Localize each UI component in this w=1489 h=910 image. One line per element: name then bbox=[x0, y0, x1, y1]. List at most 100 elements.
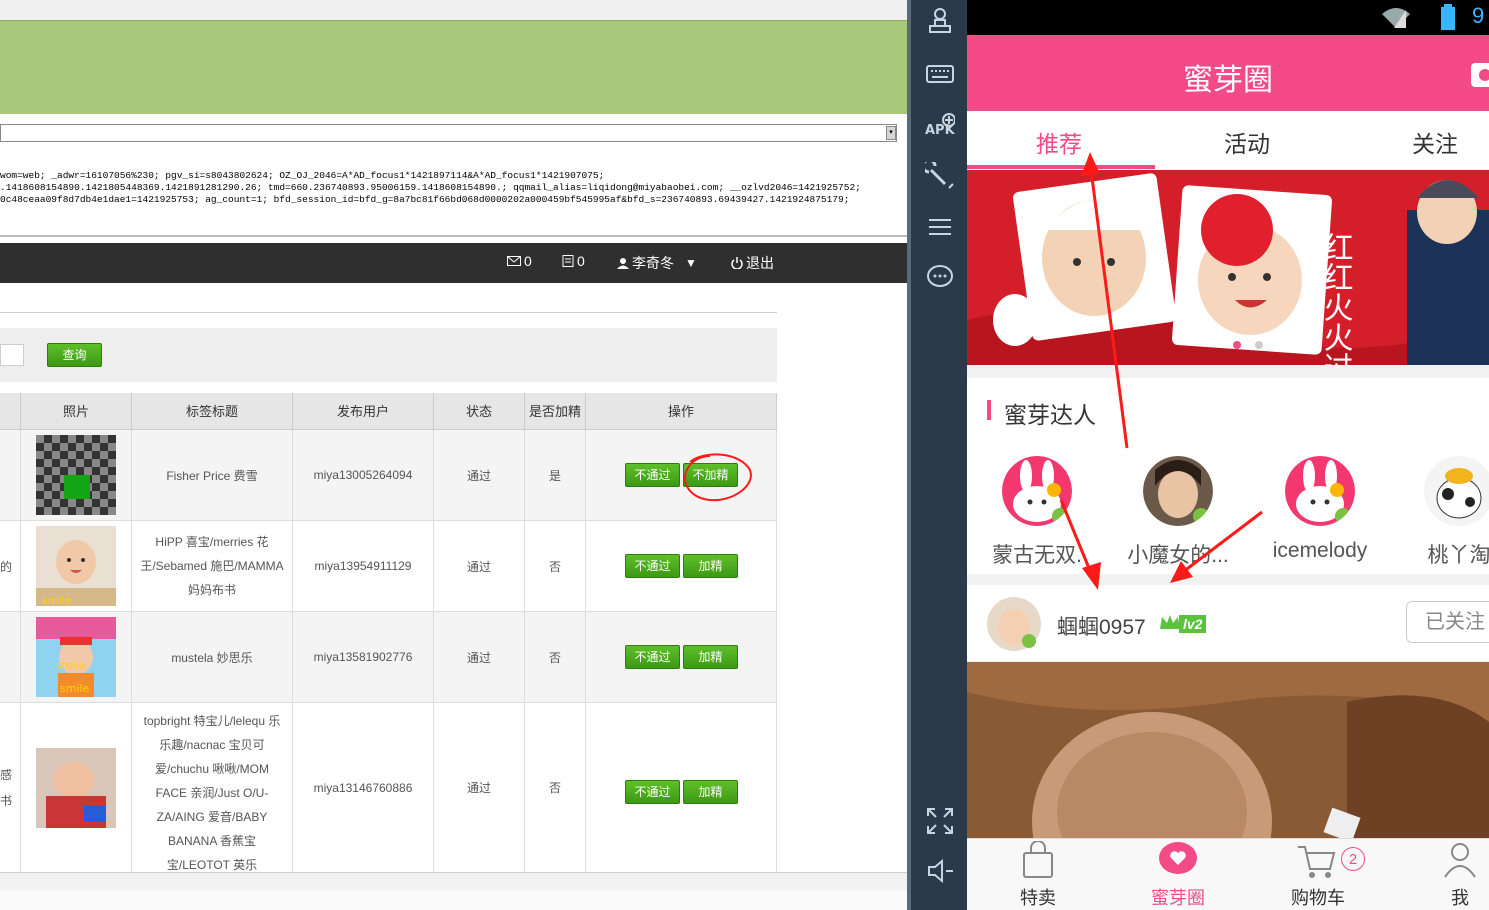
horizontal-scrollbar[interactable] bbox=[0, 872, 907, 891]
reject-button[interactable]: 不通过 bbox=[625, 554, 680, 578]
active-tab-indicator bbox=[967, 165, 1155, 169]
mail-count: 0 bbox=[524, 253, 532, 269]
search-button[interactable]: 查询 bbox=[47, 343, 102, 367]
tab-activity[interactable]: 活动 bbox=[1224, 125, 1270, 159]
expert-name: 桃丫淘 bbox=[1427, 544, 1489, 567]
avatar bbox=[1285, 456, 1355, 526]
expert-item[interactable]: 小魔女的... bbox=[1118, 456, 1238, 569]
document-icon bbox=[562, 255, 574, 267]
dropdown-arrow-icon[interactable]: ▾ bbox=[886, 126, 896, 140]
photo-thumbnail[interactable]: smile bbox=[36, 526, 116, 606]
heart-bubble-icon bbox=[1159, 842, 1197, 874]
battery-icon bbox=[1441, 4, 1455, 30]
cookie-line: .1418608154890.1421805448369.14218912812… bbox=[0, 182, 861, 193]
feature-button[interactable]: 加精 bbox=[683, 554, 738, 578]
user-cell: miya13581902776 bbox=[293, 612, 434, 703]
caret-down-icon: ▼ bbox=[685, 256, 697, 270]
clock-text: 9 bbox=[1472, 3, 1485, 28]
bottom-navigation: 特卖 蜜芽圈 2 购物车 我 bbox=[967, 838, 1489, 910]
banner-image: 红红火火过新年 bbox=[967, 170, 1489, 365]
photo-thumbnail[interactable]: smile smile bbox=[36, 617, 116, 697]
mail-link[interactable]: 0 bbox=[507, 253, 532, 269]
post-username[interactable]: 蝈蝈0957 bbox=[1057, 611, 1146, 641]
mail-icon bbox=[507, 256, 521, 266]
actions-cell bbox=[586, 521, 777, 612]
title-cell: topbright 特宝儿/lelequ 乐乐趣/nacnac 宝贝可爱/chu… bbox=[132, 703, 293, 896]
feature-button[interactable]: 加精 bbox=[683, 645, 738, 669]
volume-down-icon[interactable] bbox=[925, 856, 955, 886]
fullscreen-icon[interactable] bbox=[925, 806, 955, 836]
message-count: 0 bbox=[577, 253, 585, 269]
logout-link[interactable]: 退出 bbox=[731, 253, 774, 273]
experts-section: 蜜芽达人 蒙古无双. 小魔女的... icemelody 桃丫淘 bbox=[967, 378, 1489, 574]
photo-cell bbox=[21, 430, 132, 521]
photo-cell bbox=[21, 703, 132, 873]
nav-me[interactable]: 我 bbox=[1410, 841, 1489, 910]
stamp-icon[interactable] bbox=[925, 6, 955, 36]
reject-button[interactable]: 不通过 bbox=[625, 463, 680, 487]
tab-bar: 推荐 活动 关注 bbox=[967, 111, 1489, 169]
cookie-text: wom=web; _adwr=16107056%230; pgv_si=s804… bbox=[0, 170, 907, 236]
chat-icon[interactable] bbox=[925, 262, 955, 292]
android-status-bar: 9 bbox=[967, 0, 1489, 35]
reject-button[interactable]: 不通过 bbox=[625, 780, 680, 804]
nav-circle[interactable]: 蜜芽圈 bbox=[1128, 841, 1228, 910]
tab-follow[interactable]: 关注 bbox=[1412, 125, 1458, 159]
dropdown-field[interactable] bbox=[0, 124, 897, 142]
photo-thumbnail[interactable] bbox=[36, 747, 116, 828]
nav-label: 特卖 bbox=[1020, 888, 1056, 908]
expert-name: 蒙古无双. bbox=[992, 544, 1082, 567]
status-cell: 通过 bbox=[434, 521, 525, 612]
camera-icon[interactable] bbox=[1469, 57, 1489, 89]
user-menu[interactable]: 李奇冬 ▼ bbox=[617, 253, 697, 273]
featured-cell: 否 bbox=[525, 612, 586, 703]
cart-badge: 2 bbox=[1341, 847, 1365, 871]
title-cell: HiPP 喜宝/merries 花王/Sebamed 施巴/MAMMA 妈妈布书 bbox=[132, 521, 293, 612]
table-header-cell: 发布用户 bbox=[293, 393, 434, 430]
post-image[interactable] bbox=[967, 662, 1489, 838]
section-accent-bar bbox=[987, 400, 991, 420]
nav-label: 我 bbox=[1451, 888, 1469, 908]
keyboard-icon[interactable] bbox=[925, 58, 955, 88]
nav-cart[interactable]: 2 购物车 bbox=[1268, 841, 1368, 910]
tab-recommend[interactable]: 推荐 bbox=[1036, 125, 1082, 159]
nav-label: 购物车 bbox=[1291, 888, 1345, 908]
phone-screen: 9 蜜芽圈 推荐 活动 关注 红红火火过新年 蜜芽达人 蒙古无双. 小魔女的..… bbox=[967, 0, 1489, 910]
divider bbox=[0, 235, 907, 237]
cookie-line: wom=web; _adwr=16107056%230; pgv_si=s804… bbox=[0, 170, 605, 181]
reject-button[interactable]: 不通过 bbox=[625, 645, 680, 669]
photo-thumbnail[interactable] bbox=[36, 435, 116, 515]
user-cell: miya13954911129 bbox=[293, 521, 434, 612]
actions-cell bbox=[586, 612, 777, 703]
table-header-cell: 状态 bbox=[434, 393, 525, 430]
post-photo bbox=[967, 662, 1489, 838]
actions-cell bbox=[586, 703, 777, 873]
admin-navbar: 0 0 李奇冬 ▼ 退出 bbox=[0, 243, 907, 283]
table-cell: 的 bbox=[0, 521, 21, 612]
app-header: 蜜芽圈 bbox=[967, 35, 1489, 111]
avatar[interactable] bbox=[987, 597, 1041, 651]
expert-item[interactable]: icemelody bbox=[1260, 456, 1380, 563]
list-menu-icon[interactable] bbox=[925, 212, 955, 242]
search-input[interactable] bbox=[0, 344, 24, 366]
apk-install-icon[interactable]: APK bbox=[925, 110, 955, 140]
expert-name: 小魔女的... bbox=[1127, 544, 1229, 567]
message-link[interactable]: 0 bbox=[562, 253, 585, 269]
user-name: 李奇冬 bbox=[632, 255, 674, 271]
level-badge: lv2 bbox=[1179, 615, 1207, 633]
feature-button[interactable]: 加精 bbox=[683, 780, 738, 804]
expert-item[interactable]: 桃丫淘 bbox=[1399, 456, 1489, 569]
title-cell: Fisher Price 费雪 bbox=[132, 430, 293, 521]
wrench-icon[interactable] bbox=[925, 162, 955, 192]
status-cell: 通过 bbox=[434, 612, 525, 703]
avatar bbox=[1424, 456, 1489, 526]
follow-button[interactable]: 已关注 bbox=[1406, 601, 1489, 643]
promo-banner[interactable]: 红红火火过新年 bbox=[967, 170, 1489, 365]
svg-text:smile: smile bbox=[56, 659, 86, 672]
photo-cell: smile bbox=[21, 521, 132, 612]
expert-item[interactable]: 蒙古无双. bbox=[977, 456, 1097, 569]
nav-sale[interactable]: 特卖 bbox=[988, 840, 1088, 910]
svg-text:smile: smile bbox=[42, 594, 72, 606]
status-area bbox=[0, 890, 907, 910]
power-icon bbox=[731, 257, 743, 269]
